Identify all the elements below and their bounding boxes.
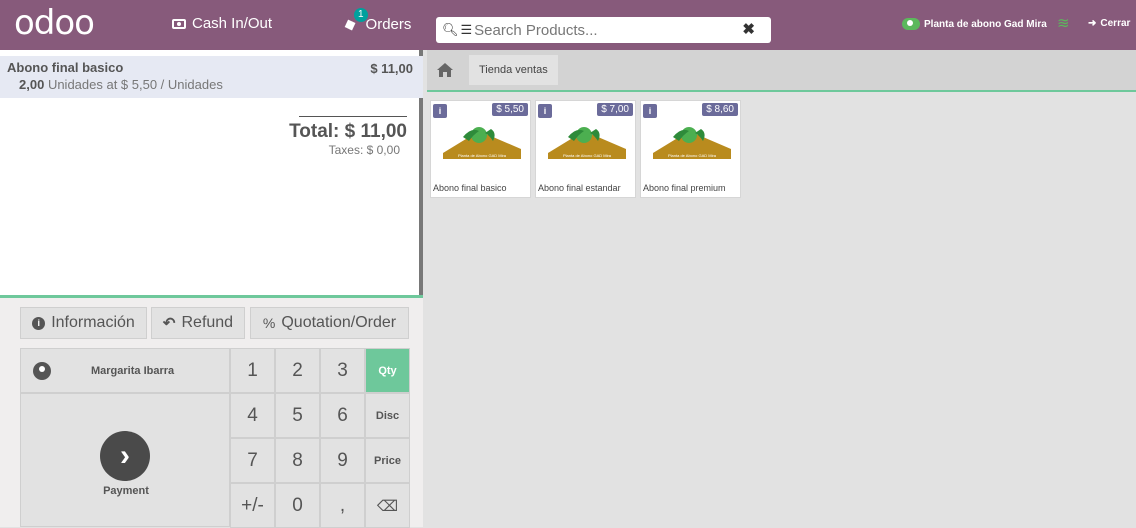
product-image-text: Planta de Abono GAD Mira (563, 153, 612, 158)
barcode-icon: ☰ (460, 22, 473, 37)
chevron-right-icon: › (100, 431, 150, 481)
search-input[interactable] (474, 21, 745, 39)
order-line-name: Abono final basico (7, 60, 124, 75)
numpad-key-5[interactable]: 5 (275, 393, 320, 438)
info-label: Información (51, 314, 135, 331)
product-image-text: Planta de Abono GAD Mira (458, 153, 507, 158)
summary-divider (299, 116, 407, 117)
top-bar: odoo Cash In/Out ◆ 1 Orders 🔍︎ ☰ ✖ Plant… (0, 0, 1136, 50)
config-name: Planta de abono Gad Mira (902, 18, 1047, 30)
product-card[interactable]: i $ 8,60 Planta de Abono GAD Mira Abono … (640, 100, 741, 198)
config-label: Planta de abono Gad Mira (924, 18, 1047, 30)
product-name: Abono final estandar (538, 183, 621, 193)
disc-mode-button[interactable]: Disc (365, 393, 410, 438)
product-image-text: Planta de Abono GAD Mira (668, 153, 717, 158)
category-tienda-ventas[interactable]: Tienda ventas (469, 55, 558, 85)
product-card[interactable]: i $ 5,50 Planta de Abono GAD Mira Abono … (430, 100, 531, 198)
numpad-key-decimal[interactable]: , (320, 483, 365, 528)
order-line-price: $ 11,00 (370, 61, 413, 76)
product-image: Planta de Abono GAD Mira (653, 127, 731, 159)
sign-out-icon: ➜ (1088, 18, 1097, 29)
orders-button[interactable]: ◆ 1 Orders (342, 8, 412, 34)
order-line-qty: 2,00 (19, 77, 45, 92)
product-name: Abono final premium (643, 183, 726, 193)
customer-name: Margarita Ibarra (91, 364, 175, 377)
order-summary: Total: $ 11,00 Taxes: $ 0,00 (289, 116, 407, 157)
wifi-icon: ≋ (1057, 15, 1070, 32)
search-icon: 🔍︎ (442, 22, 459, 37)
numpad-key-9[interactable]: 9 (320, 438, 365, 483)
home-button[interactable] (427, 50, 463, 90)
order-line[interactable]: Abono final basico $ 11,00 2,00 Unidades… (0, 56, 423, 98)
numpad-key-2[interactable]: 2 (275, 348, 320, 393)
numpad-key-7[interactable]: 7 (230, 438, 275, 483)
orders-badge: 1 (354, 8, 368, 22)
cash-in-out-button[interactable]: Cash In/Out (172, 15, 272, 32)
order-pane: Abono final basico $ 11,00 2,00 Unidades… (0, 50, 423, 528)
numpad-key-6[interactable]: 6 (320, 393, 365, 438)
undo-icon: ↶ (162, 315, 176, 332)
cash-in-out-label: Cash In/Out (192, 15, 273, 32)
product-price: $ 7,00 (597, 103, 633, 116)
product-image: Planta de Abono GAD Mira (548, 127, 626, 159)
info-button[interactable]: i Información (20, 307, 147, 339)
product-price: $ 8,60 (702, 103, 738, 116)
link-icon: % (262, 315, 276, 331)
product-name: Abono final basico (433, 183, 507, 193)
payment-button[interactable]: › Payment (20, 393, 230, 527)
odoo-logo: odoo (14, 3, 95, 43)
numpad-key-0[interactable]: 0 (275, 483, 320, 528)
numpad-key-3[interactable]: 3 (320, 348, 365, 393)
price-mode-button[interactable]: Price (365, 438, 410, 483)
close-label: Cerrar (1100, 18, 1131, 29)
refund-label: Refund (181, 314, 234, 331)
user-icon (902, 18, 920, 30)
clear-search-icon[interactable]: ✖ (742, 20, 755, 38)
order-line-info: 2,00 Unidades at $ 5,50 / Unidades (19, 77, 415, 92)
product-image: Planta de Abono GAD Mira (443, 127, 521, 159)
numpad-key-1[interactable]: 1 (230, 348, 275, 393)
order-total: Total: $ 11,00 (289, 121, 407, 142)
quotation-label: Quotation/Order (281, 314, 397, 331)
product-price: $ 5,50 (492, 103, 528, 116)
backspace-icon[interactable]: ⌫ (365, 483, 410, 528)
info-icon[interactable]: i (538, 104, 552, 118)
customer-button[interactable]: Margarita Ibarra (20, 348, 230, 393)
user-icon (33, 361, 51, 380)
money-icon (172, 18, 186, 29)
order-line-qty-detail: Unidades at $ 5,50 / Unidades (47, 77, 223, 92)
refund-button[interactable]: ↶ Refund (151, 307, 245, 339)
search-box: 🔍︎ ☰ ✖ (436, 17, 771, 43)
order-taxes: Taxes: $ 0,00 (328, 143, 400, 157)
quotation-order-button[interactable]: % Quotation/Order (250, 307, 409, 339)
control-pad: i Información ↶ Refund % Quotation/Order… (0, 295, 423, 528)
products-pane: Tienda ventas i $ 5,50 Planta de Abono G… (427, 50, 1136, 527)
orders-label: Orders (365, 15, 412, 33)
product-card[interactable]: i $ 7,00 Planta de Abono GAD Mira Abono … (535, 100, 636, 198)
home-icon (437, 63, 453, 77)
numpad-key-plus-minus[interactable]: +/- (230, 483, 275, 528)
close-button[interactable]: ➜ Cerrar (1088, 18, 1130, 29)
qty-mode-button[interactable]: Qty (365, 348, 410, 393)
info-icon: i (32, 316, 46, 330)
payment-label: Payment (103, 485, 149, 497)
category-bar: Tienda ventas (427, 50, 1136, 92)
info-icon[interactable]: i (433, 104, 447, 118)
info-icon[interactable]: i (643, 104, 657, 118)
numpad-key-8[interactable]: 8 (275, 438, 320, 483)
numpad-key-4[interactable]: 4 (230, 393, 275, 438)
